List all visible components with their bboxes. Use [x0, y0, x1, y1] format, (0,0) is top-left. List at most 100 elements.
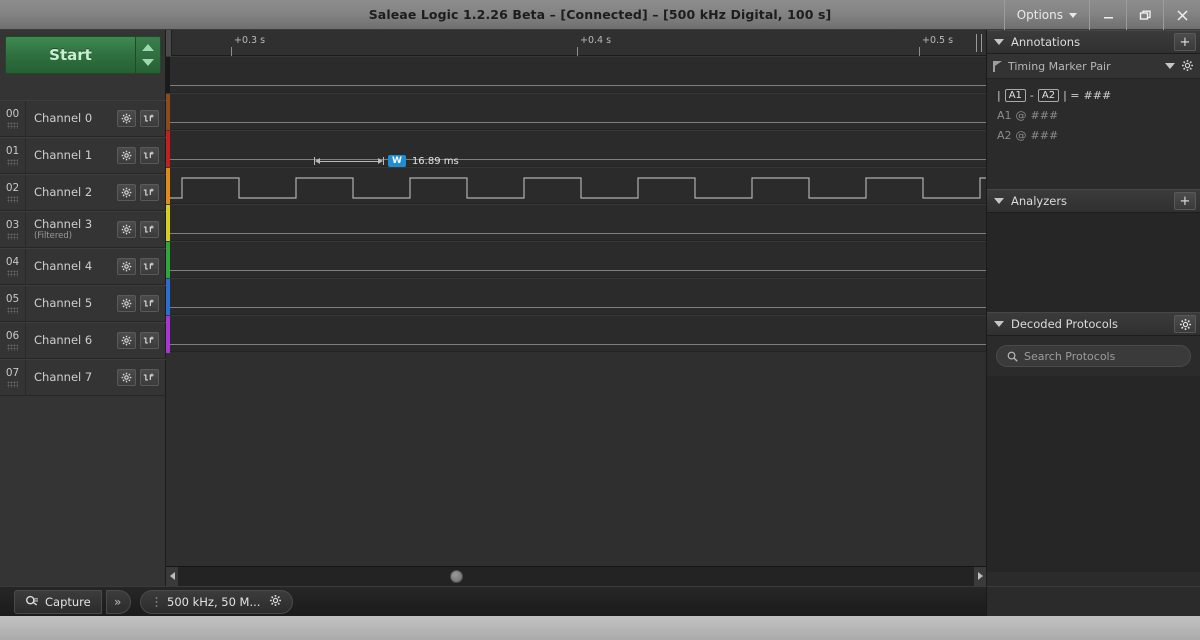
waveform-area: +0.3 s +0.4 s +0.5 s W 16.89 ms: [166, 30, 986, 586]
channel-index: 00: [5, 108, 20, 120]
analyzers-panel-title: Analyzers: [1011, 194, 1068, 208]
analyzers-panel-header[interactable]: Analyzers +: [987, 189, 1200, 213]
channel-settings-gear-icon[interactable]: [117, 184, 136, 201]
marker-settings-gear-icon[interactable]: [1181, 57, 1194, 76]
channel-settings-gear-icon[interactable]: [117, 147, 136, 164]
channel-settings-gear-icon[interactable]: [117, 295, 136, 312]
drag-grip-icon[interactable]: [7, 196, 18, 203]
channel-name: Channel 7: [34, 370, 93, 384]
channel-settings-gear-icon[interactable]: [117, 221, 136, 238]
channel-row[interactable]: 02 Channel 2: [0, 174, 172, 212]
annotations-panel-header[interactable]: Annotations +: [987, 30, 1200, 54]
delta-prefix: |: [997, 89, 1001, 102]
waveform-row[interactable]: [166, 241, 986, 279]
channel-row[interactable]: 06 Channel 6: [0, 322, 172, 360]
sidebar-footer: [986, 586, 1200, 616]
channel-index-cell: 07: [0, 360, 26, 395]
waveform-row[interactable]: [166, 56, 986, 94]
channel-settings-gear-icon[interactable]: [117, 258, 136, 275]
channel-add-trigger-icon[interactable]: [140, 369, 159, 386]
drag-grip-icon[interactable]: [7, 307, 18, 314]
protocol-search-wrap: Search Protocols: [987, 336, 1200, 376]
disclosure-triangle-icon[interactable]: [994, 39, 1004, 45]
add-annotation-button[interactable]: +: [1174, 33, 1196, 51]
waveform-baseline: [170, 233, 986, 234]
disclosure-triangle-icon[interactable]: [994, 321, 1004, 327]
channel-add-trigger-icon[interactable]: [140, 110, 159, 127]
minimize-button[interactable]: [1089, 0, 1126, 30]
capture-tab-label: Capture: [45, 595, 91, 609]
channel-row[interactable]: 01 Channel 1: [0, 137, 172, 175]
channel-row[interactable]: 03 Channel 3 (Filtered): [0, 211, 172, 249]
channel-row[interactable]: 04 Channel 4: [0, 248, 172, 286]
waveform-row[interactable]: [166, 278, 986, 316]
channel-add-trigger-icon[interactable]: [140, 184, 159, 201]
waveform-color-strip: [166, 279, 170, 316]
drag-grip-icon[interactable]: [7, 159, 18, 166]
close-button[interactable]: [1163, 0, 1200, 30]
channel-buttons: [117, 147, 166, 164]
channel-row[interactable]: 05 Channel 5: [0, 285, 172, 323]
delta-value: ###: [1083, 89, 1112, 102]
add-analyzer-button[interactable]: +: [1174, 192, 1196, 210]
channel-index: 04: [5, 256, 20, 268]
start-button[interactable]: Start: [5, 36, 136, 74]
channel-add-trigger-icon[interactable]: [140, 332, 159, 349]
channel-buttons: [117, 221, 166, 238]
decoded-protocols-settings-button[interactable]: [1174, 315, 1196, 333]
scrollbar-thumb[interactable]: [450, 569, 463, 583]
drag-grip-icon[interactable]: [7, 270, 18, 277]
channel-buttons: [117, 332, 166, 349]
channel-index-cell: 01: [0, 138, 26, 173]
channel-index-cell: 02: [0, 175, 26, 210]
channel-row[interactable]: 07 Channel 7: [0, 359, 172, 397]
options-menu-button[interactable]: Options: [1003, 0, 1089, 30]
stepper-up-icon[interactable]: [142, 44, 154, 52]
drag-grip-icon[interactable]: [7, 233, 18, 240]
channel-index: 06: [5, 330, 20, 342]
channel-settings-gear-icon[interactable]: [117, 110, 136, 127]
time-ruler[interactable]: +0.3 s +0.4 s +0.5 s: [166, 30, 986, 56]
search-protocols-input[interactable]: Search Protocols: [996, 345, 1191, 367]
timing-marker-pair-row[interactable]: Timing Marker Pair: [987, 54, 1200, 79]
restore-button[interactable]: [1126, 0, 1163, 30]
channel-list: 00 Channel 0 01 Channel 1 02 Channel 2 03 Chann…: [0, 100, 172, 397]
a1-row-label: A1: [997, 109, 1012, 122]
stepper-down-icon[interactable]: [142, 58, 154, 66]
channel-add-trigger-icon[interactable]: [140, 221, 159, 238]
channel-label-cell: Channel 2: [26, 186, 117, 199]
sample-rate-settings-gear-icon[interactable]: [269, 594, 282, 610]
waveform-color-strip: [166, 57, 170, 94]
horizontal-scrollbar[interactable]: [166, 566, 986, 586]
chevron-down-icon[interactable]: [1165, 63, 1175, 69]
channel-settings-gear-icon[interactable]: [117, 332, 136, 349]
waveform-row[interactable]: [166, 167, 986, 205]
disclosure-triangle-icon[interactable]: [994, 198, 1004, 204]
waveform-row[interactable]: [166, 204, 986, 242]
channel-add-trigger-icon[interactable]: [140, 147, 159, 164]
decoded-protocols-panel-header[interactable]: Decoded Protocols: [987, 312, 1200, 336]
capture-tab[interactable]: Capture: [14, 590, 102, 614]
scrollbar-track[interactable]: [178, 566, 974, 586]
sample-rate-tab[interactable]: 500 kHz, 50 M...: [140, 590, 294, 614]
drag-grip-icon[interactable]: [7, 344, 18, 351]
drag-grip-icon[interactable]: [7, 122, 18, 129]
measurement-value: 16.89 ms: [411, 155, 459, 167]
capture-expand-button[interactable]: »: [106, 590, 132, 614]
channel-settings-gear-icon[interactable]: [117, 369, 136, 386]
channel-index: 07: [5, 367, 20, 379]
drag-grip-icon[interactable]: [7, 381, 18, 388]
channel-add-trigger-icon[interactable]: [140, 295, 159, 312]
scroll-right-button[interactable]: [974, 566, 986, 586]
scroll-left-button[interactable]: [166, 566, 178, 586]
channel-index: 02: [5, 182, 20, 194]
drag-grip-icon: [155, 595, 158, 609]
waveform-row[interactable]: [166, 315, 986, 353]
measurement-type-badge: W: [388, 155, 406, 167]
analyzers-list-empty: [987, 213, 1200, 312]
channel-add-trigger-icon[interactable]: [140, 258, 159, 275]
width-measurement-annotation[interactable]: W 16.89 ms: [314, 154, 459, 168]
waveform-row[interactable]: [166, 93, 986, 131]
waveform-row[interactable]: [166, 130, 986, 168]
channel-row[interactable]: 00 Channel 0: [0, 100, 172, 138]
